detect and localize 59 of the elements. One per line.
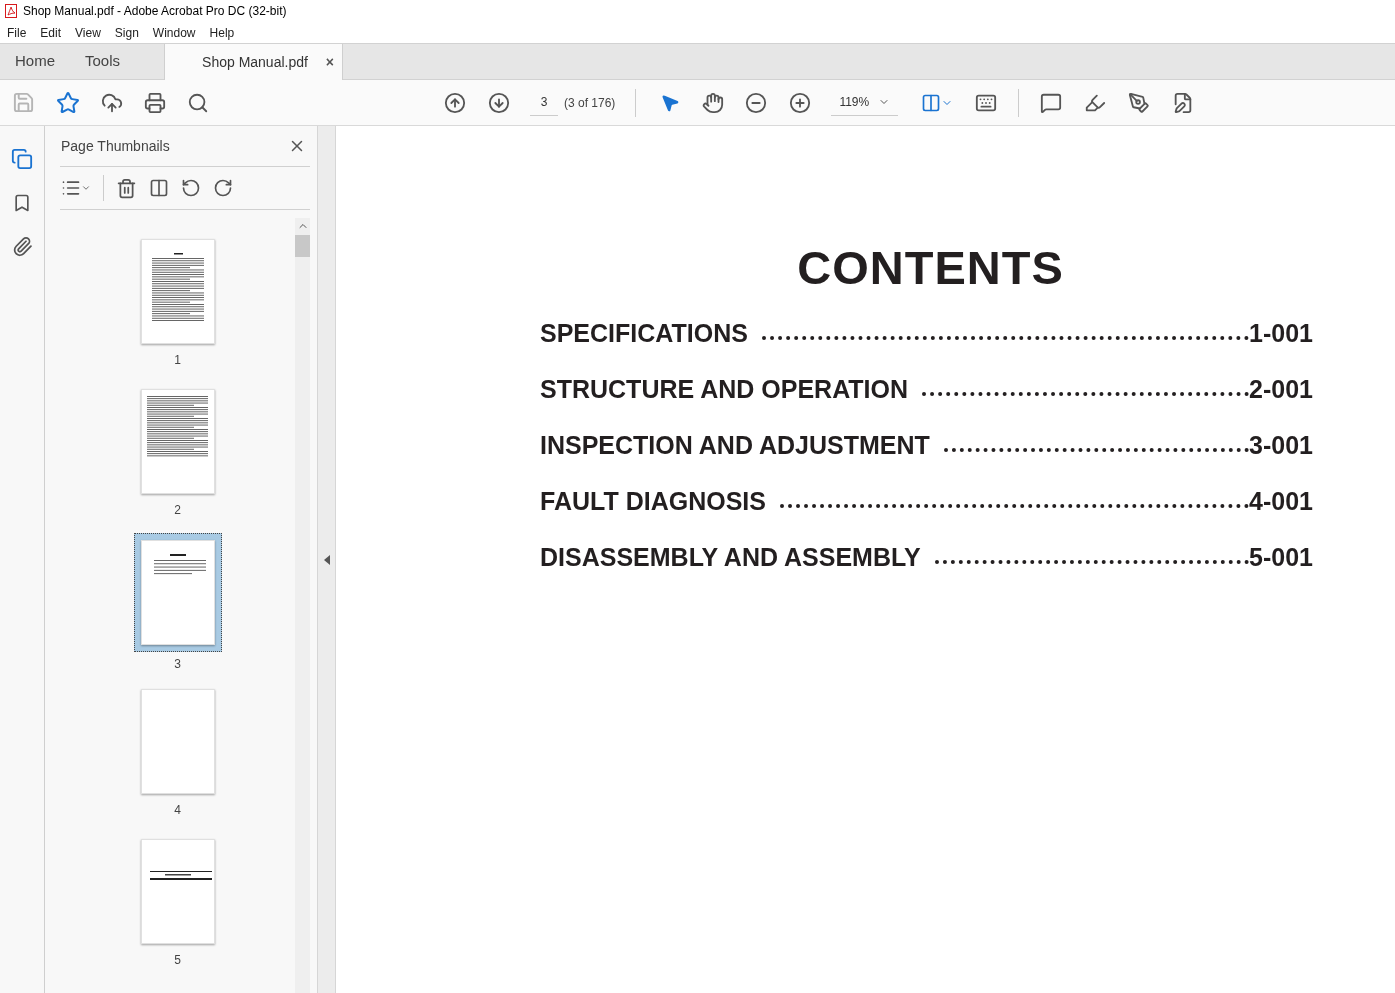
page-number-field[interactable]: 3: [530, 89, 558, 116]
rotate-left-icon[interactable]: [181, 178, 201, 198]
zoom-dropdown[interactable]: 119%: [831, 89, 899, 116]
pages-icon[interactable]: [11, 148, 33, 170]
options-icon[interactable]: [61, 178, 81, 198]
menu-item[interactable]: File: [7, 23, 27, 42]
caret-icon[interactable]: [81, 183, 91, 193]
page-reference: 4-001: [1249, 488, 1313, 515]
page-thumbnail[interactable]: [140, 839, 215, 944]
page-thumbnail[interactable]: [140, 389, 215, 494]
cloud-upload-icon[interactable]: [101, 91, 123, 114]
contents-entry: STRUCTURE AND OPERATION: [540, 376, 909, 403]
document-tab[interactable]: Shop Manual.pdf ×: [164, 44, 344, 80]
page-thumbnail[interactable]: [140, 689, 215, 794]
nav-tab[interactable]: Tools: [70, 44, 136, 79]
page-reference: 1-001: [1249, 320, 1313, 347]
star-icon[interactable]: [56, 90, 80, 115]
page-reference: 3-001: [1249, 432, 1313, 459]
contents-entry: DISASSEMBLY AND ASSEMBLY: [540, 544, 921, 571]
contents-entry: FAULT DIAGNOSIS: [540, 488, 766, 515]
zoom-out-icon[interactable]: [745, 91, 768, 114]
hand-icon[interactable]: [702, 91, 725, 114]
document-heading: CONTENTS: [797, 244, 1064, 291]
page-number: 5: [174, 952, 181, 969]
menu-item[interactable]: Window: [152, 23, 196, 42]
page-reference: 5-001: [1249, 544, 1313, 571]
app-logo-icon: [5, 4, 17, 18]
printer-icon[interactable]: [144, 91, 166, 114]
contents-entry: INSPECTION AND ADJUSTMENT: [540, 432, 930, 459]
scrollbar[interactable]: [295, 218, 310, 993]
pen-icon[interactable]: [1128, 91, 1151, 114]
scroll-thumb[interactable]: [295, 235, 310, 257]
page-number: 4: [174, 802, 181, 819]
trash-icon[interactable]: [116, 177, 137, 199]
collapse-arrow-icon[interactable]: [323, 554, 330, 565]
zoom-in-icon[interactable]: [789, 91, 812, 114]
page-reference: 2-001: [1249, 376, 1313, 403]
page-number: 3: [174, 656, 181, 673]
window-title: Shop Manual.pdf - Adobe Acrobat Pro DC (32-bit): [23, 3, 287, 20]
comment-icon[interactable]: [1040, 91, 1063, 114]
contents-entry: SPECIFICATIONS: [540, 320, 748, 347]
bookmark-icon[interactable]: [12, 192, 32, 214]
arrow-up-icon[interactable]: [444, 91, 466, 114]
nav-tab[interactable]: Home: [0, 44, 70, 79]
menu-item[interactable]: Edit: [40, 23, 62, 42]
menu-item[interactable]: Sign: [114, 23, 139, 42]
page-number: 2: [174, 502, 181, 519]
arrow-down-icon[interactable]: [488, 91, 510, 114]
page-count: (3 of 176): [564, 94, 616, 112]
page-thumbnail[interactable]: [140, 239, 215, 344]
close-tab-button[interactable]: ×: [325, 51, 335, 73]
page-number: 1: [174, 352, 181, 369]
menu-item[interactable]: View: [75, 23, 101, 42]
paperclip-icon[interactable]: [11, 236, 33, 257]
page-thumbnail[interactable]: [140, 540, 215, 645]
menu-item[interactable]: Help: [209, 23, 235, 42]
rotate-right-icon[interactable]: [213, 178, 233, 198]
panel-title: Page Thumbnails: [61, 136, 170, 156]
search-icon[interactable]: [187, 91, 209, 114]
